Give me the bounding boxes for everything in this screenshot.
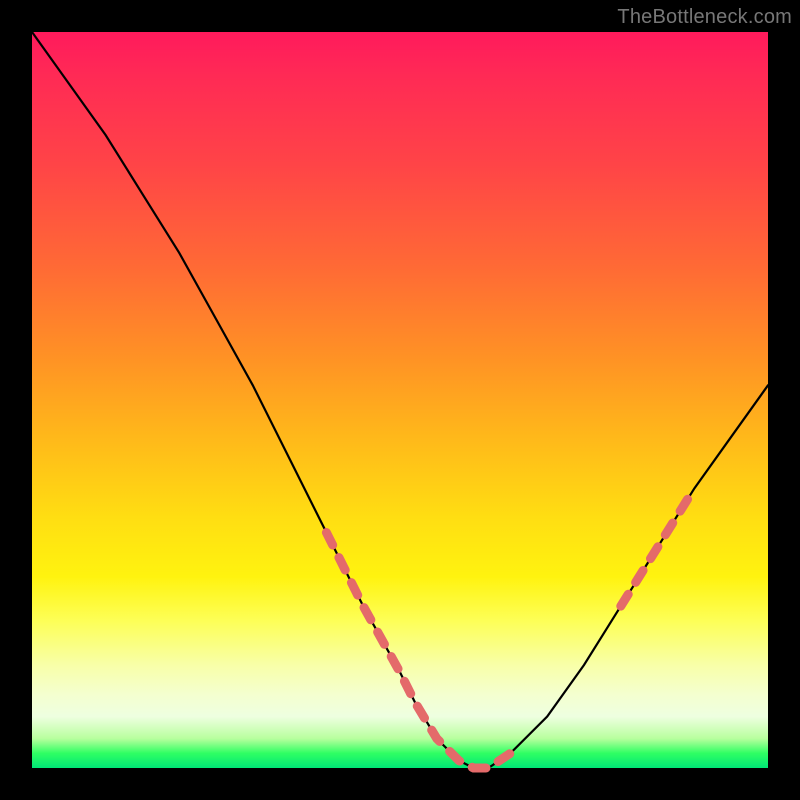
watermark-text: TheBottleneck.com (617, 6, 792, 29)
curve-layer (32, 32, 768, 768)
highlight-segment-1 (326, 533, 510, 769)
chart-svg (32, 32, 768, 768)
bottleneck-curve (32, 32, 768, 768)
chart-plot-area (32, 32, 768, 768)
chart-frame: TheBottleneck.com (0, 0, 800, 800)
